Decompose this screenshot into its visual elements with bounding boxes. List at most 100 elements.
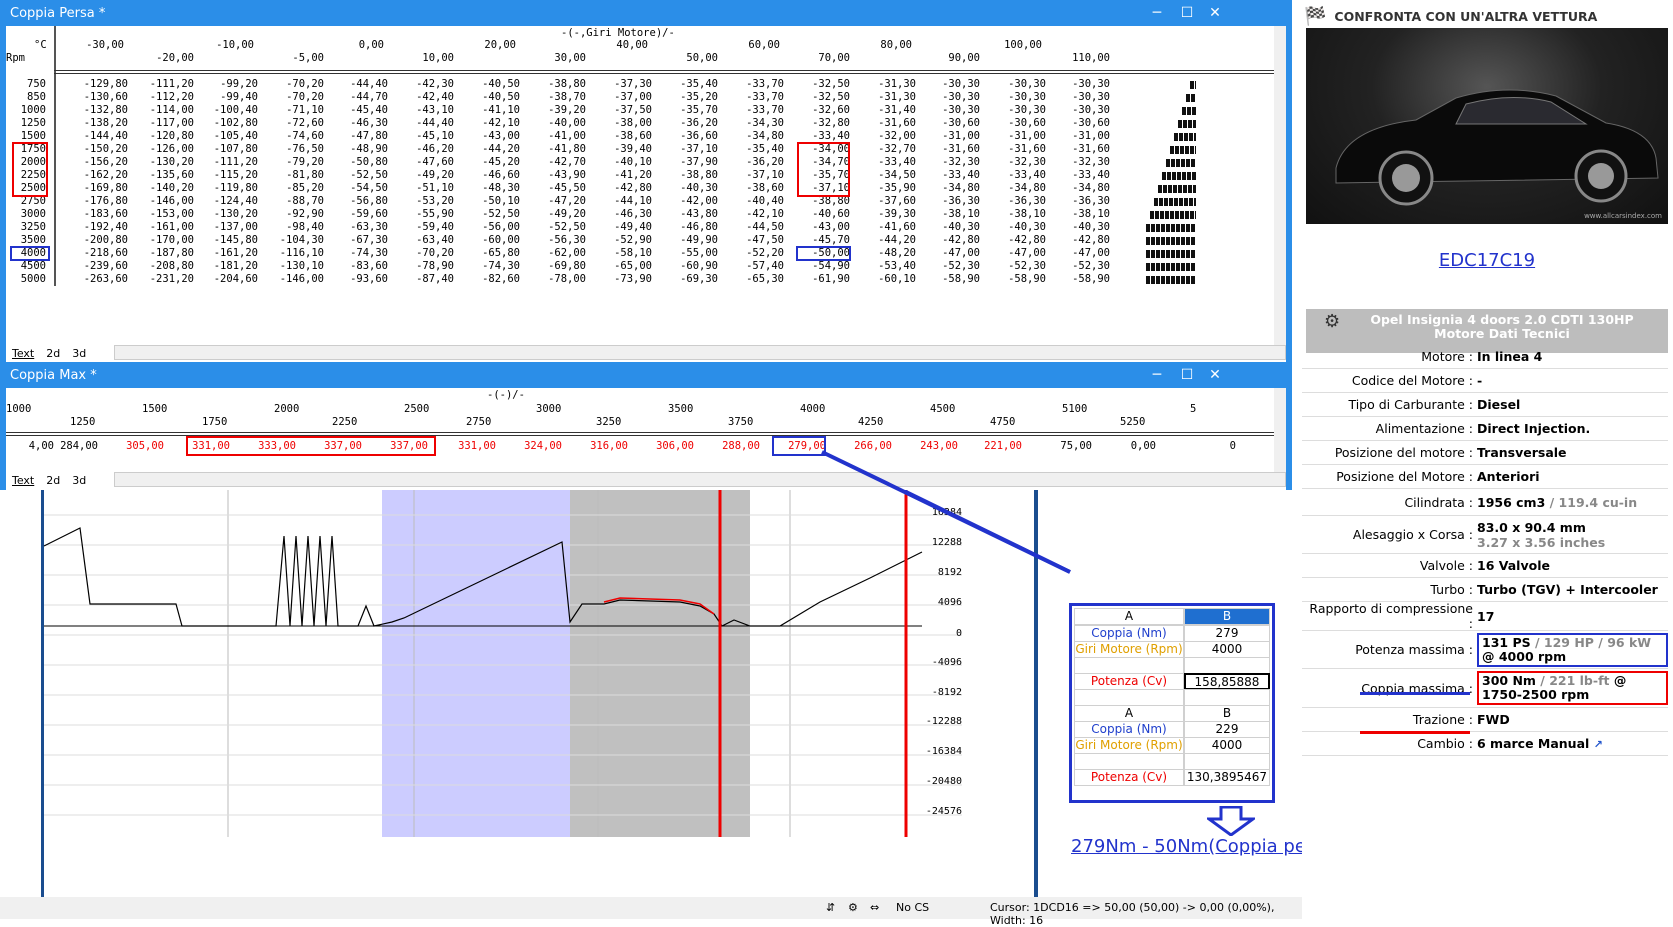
table-cell[interactable]: -33,70: [718, 104, 784, 116]
table-cell[interactable]: -79,20: [258, 156, 324, 168]
table-cell[interactable]: -130,20: [128, 156, 194, 168]
tab-3d[interactable]: 3d: [66, 347, 92, 360]
table-cell[interactable]: -47,00: [1044, 247, 1110, 259]
table-cell[interactable]: -124,40: [192, 195, 258, 207]
table-cell[interactable]: -52,30: [914, 260, 980, 272]
tab-text[interactable]: Text: [6, 474, 40, 487]
table-cell[interactable]: -43,80: [652, 208, 718, 220]
table-cell[interactable]: -38,00: [586, 117, 652, 129]
table-cell[interactable]: -62,00: [520, 247, 586, 259]
table-cell[interactable]: -135,60: [128, 169, 194, 181]
table-cell[interactable]: -73,90: [586, 273, 652, 285]
table-cell[interactable]: -45,40: [322, 104, 388, 116]
table-cell[interactable]: -88,70: [258, 195, 324, 207]
table-cell[interactable]: -54,50: [322, 182, 388, 194]
table-cell[interactable]: -99,40: [192, 91, 258, 103]
table-cell[interactable]: -37,10: [652, 143, 718, 155]
table-cell[interactable]: 316,00: [568, 440, 628, 452]
table-cell[interactable]: 0,00: [1096, 440, 1156, 452]
table-cell[interactable]: -153,00: [128, 208, 194, 220]
table-cell[interactable]: -78,90: [388, 260, 454, 272]
table-cell[interactable]: -40,10: [586, 156, 652, 168]
table-cell[interactable]: 324,00: [502, 440, 562, 452]
table-cell[interactable]: -51,10: [388, 182, 454, 194]
table-cell[interactable]: -57,40: [718, 260, 784, 272]
table-cell[interactable]: -263,60: [62, 273, 128, 285]
table-cell[interactable]: -43,90: [520, 169, 586, 181]
table-cell[interactable]: -52,50: [520, 221, 586, 233]
table-cell[interactable]: -30,30: [1044, 104, 1110, 116]
table-cell[interactable]: -120,80: [128, 130, 194, 142]
table-cell[interactable]: -40,30: [652, 182, 718, 194]
table-cell[interactable]: -37,00: [586, 91, 652, 103]
table-cell[interactable]: -39,30: [850, 208, 916, 220]
table-cell[interactable]: -49,20: [520, 208, 586, 220]
table-cell[interactable]: -59,40: [388, 221, 454, 233]
table-cell[interactable]: -37,30: [586, 78, 652, 90]
table-cell[interactable]: -74,60: [258, 130, 324, 142]
table-cell[interactable]: -45,20: [454, 156, 520, 168]
table-cell[interactable]: -33,40: [1044, 169, 1110, 181]
table-cell[interactable]: -50,10: [454, 195, 520, 207]
excel-value[interactable]: 4000: [1184, 641, 1270, 658]
table-cell[interactable]: -65,80: [454, 247, 520, 259]
ecu-link[interactable]: EDC17C19: [1302, 250, 1672, 271]
table-cell[interactable]: -33,40: [850, 156, 916, 168]
table-cell[interactable]: -40,50: [454, 91, 520, 103]
table-cell[interactable]: -52,90: [586, 234, 652, 246]
table-cell[interactable]: -170,00: [128, 234, 194, 246]
table-cell[interactable]: -58,90: [914, 273, 980, 285]
table-cell[interactable]: -218,60: [62, 247, 128, 259]
table-cell[interactable]: -231,20: [128, 273, 194, 285]
table-cell[interactable]: -52,20: [718, 247, 784, 259]
table-cell[interactable]: -99,20: [192, 78, 258, 90]
table-cell[interactable]: -70,20: [388, 247, 454, 259]
table-cell[interactable]: -36,30: [914, 195, 980, 207]
table-cell[interactable]: -181,20: [192, 260, 258, 272]
table-cell[interactable]: -52,50: [322, 169, 388, 181]
table-cell[interactable]: -42,80: [586, 182, 652, 194]
table-cell[interactable]: -42,80: [914, 234, 980, 246]
table-cell[interactable]: -30,30: [980, 104, 1046, 116]
table-cell[interactable]: -60,00: [454, 234, 520, 246]
table-cell[interactable]: -55,00: [652, 247, 718, 259]
table-cell[interactable]: -156,20: [62, 156, 128, 168]
table-cell[interactable]: -31,60: [980, 143, 1046, 155]
table-cell[interactable]: -33,40: [914, 169, 980, 181]
table-cell[interactable]: -100,40: [192, 104, 258, 116]
table-cell[interactable]: -42,10: [718, 208, 784, 220]
table-cell[interactable]: 221,00: [962, 440, 1022, 452]
table-cell[interactable]: -31,00: [914, 130, 980, 142]
table-cell[interactable]: -46,30: [322, 117, 388, 129]
table-cell[interactable]: -34,80: [718, 130, 784, 142]
table-cell[interactable]: -35,70: [652, 104, 718, 116]
table-cell[interactable]: -83,60: [322, 260, 388, 272]
table-cell[interactable]: -48,30: [454, 182, 520, 194]
table-cell[interactable]: -208,80: [128, 260, 194, 272]
table-cell[interactable]: -43,10: [388, 104, 454, 116]
table-cell[interactable]: -34,50: [850, 169, 916, 181]
table-cell[interactable]: -38,80: [520, 78, 586, 90]
table-cell[interactable]: -40,50: [454, 78, 520, 90]
table-cell[interactable]: -44,40: [388, 117, 454, 129]
table-cell[interactable]: -111,20: [192, 156, 258, 168]
table-cell[interactable]: -63,30: [322, 221, 388, 233]
table-cell[interactable]: -70,20: [258, 91, 324, 103]
table-cell[interactable]: -31,30: [850, 78, 916, 90]
table-cell[interactable]: -161,00: [128, 221, 194, 233]
table-cell[interactable]: -46,80: [652, 221, 718, 233]
table-cell[interactable]: -42,10: [454, 117, 520, 129]
table-cell[interactable]: -53,40: [850, 260, 916, 272]
table-cell[interactable]: -49,20: [388, 169, 454, 181]
table-cell[interactable]: -38,10: [1044, 208, 1110, 220]
table-cell[interactable]: -126,00: [128, 143, 194, 155]
table-cell[interactable]: -41,20: [586, 169, 652, 181]
table-cell[interactable]: -93,60: [322, 273, 388, 285]
table-cell[interactable]: -32,50: [784, 91, 850, 103]
table-cell[interactable]: -65,30: [718, 273, 784, 285]
table-cell[interactable]: -48,90: [322, 143, 388, 155]
table-cell[interactable]: -52,30: [1044, 260, 1110, 272]
vertical-scrollbar[interactable]: [1274, 388, 1286, 473]
table-cell[interactable]: -36,60: [652, 130, 718, 142]
table-cell[interactable]: -69,30: [652, 273, 718, 285]
